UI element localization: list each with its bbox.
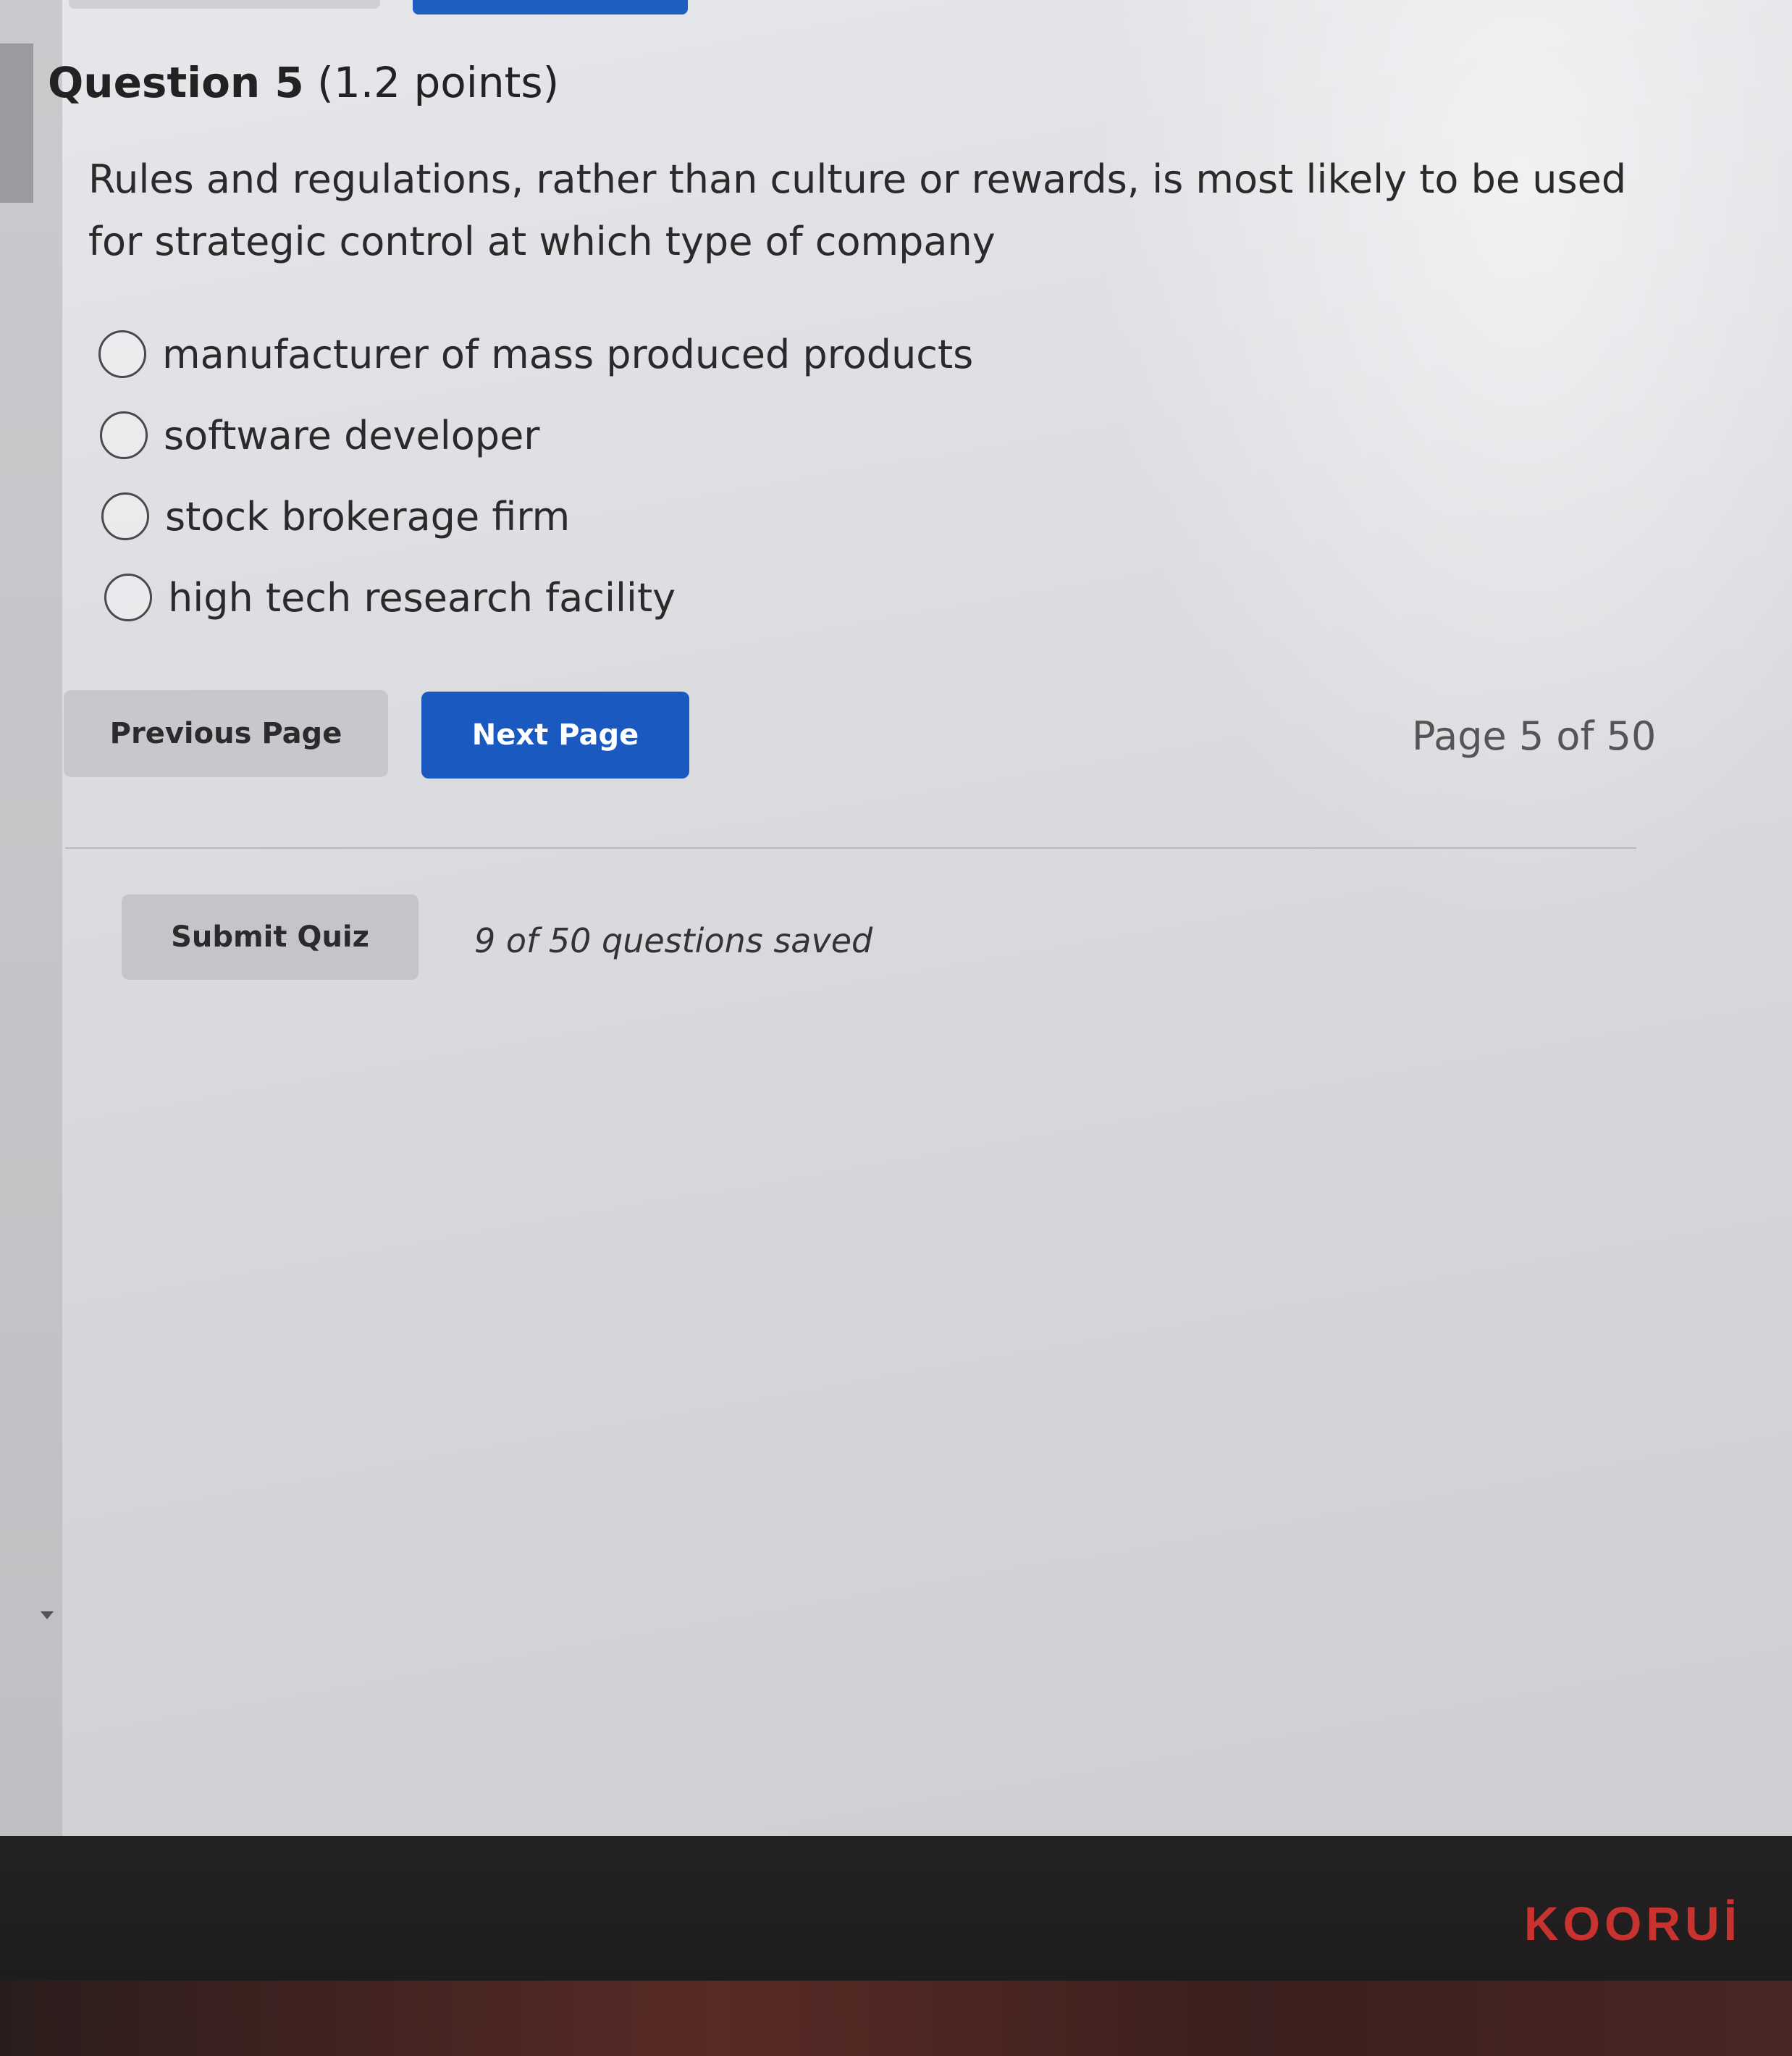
- radio-button[interactable]: [104, 574, 152, 621]
- radio-button[interactable]: [100, 411, 148, 459]
- page-indicator: Page 5 of 50: [1412, 713, 1657, 759]
- quiz-screen: Question 5 (1.2 points) Rules and regula…: [0, 0, 1792, 1836]
- option-label: stock brokerage firm: [165, 493, 571, 540]
- question-points: (1.2 points): [303, 58, 560, 107]
- submit-quiz-button[interactable]: Submit Quiz: [122, 894, 418, 980]
- option-label: high tech research facility: [168, 574, 676, 621]
- previous-page-button[interactable]: Previous Page: [64, 690, 388, 777]
- question-title: Question 5 (1.2 points): [48, 58, 559, 107]
- top-previous-button-partial[interactable]: [69, 0, 380, 9]
- radio-button[interactable]: [98, 330, 146, 378]
- desk-surface: [0, 1981, 1792, 2056]
- screen-glare: [1086, 0, 1792, 941]
- option-high-tech-research[interactable]: high tech research facility: [104, 568, 676, 626]
- divider: [65, 847, 1636, 849]
- saved-status: 9 of 50 questions saved: [474, 921, 873, 960]
- left-scroll-rail[interactable]: [0, 0, 62, 1836]
- option-label: manufacturer of mass produced products: [162, 331, 974, 377]
- option-label: software developer: [164, 412, 540, 458]
- monitor-brand-logo: KOORUİ: [1524, 1897, 1741, 1950]
- question-number: Question 5: [48, 58, 304, 107]
- scroll-down-arrow-icon[interactable]: [41, 1611, 54, 1619]
- option-software-developer[interactable]: software developer: [100, 406, 540, 464]
- option-stock-brokerage[interactable]: stock brokerage firm: [101, 487, 570, 545]
- left-rail-accent: [0, 43, 33, 203]
- next-page-button[interactable]: Next Page: [421, 692, 689, 779]
- top-next-button-partial[interactable]: [413, 0, 688, 14]
- radio-button[interactable]: [101, 492, 149, 540]
- monitor-bezel: [0, 1836, 1792, 1981]
- question-text: Rules and regulations, rather than cultu…: [88, 156, 1627, 264]
- option-manufacturer[interactable]: manufacturer of mass produced products: [98, 325, 973, 383]
